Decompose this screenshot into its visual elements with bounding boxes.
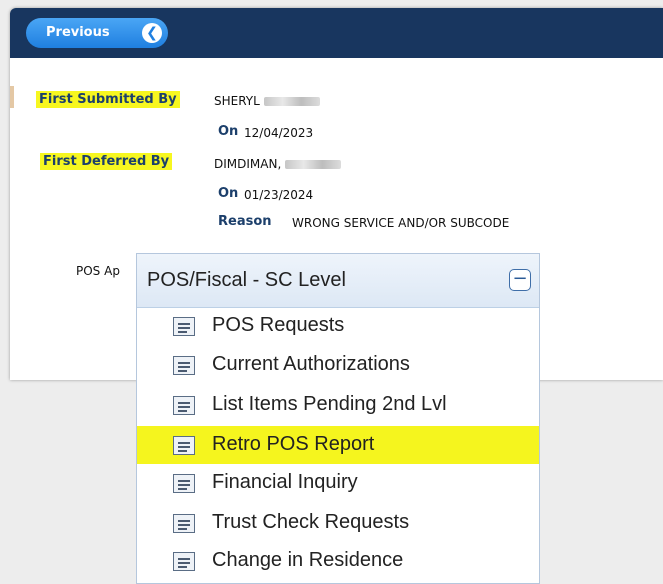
first-submitted-by-label: First Submitted By bbox=[36, 91, 180, 108]
menu-item-pos-requests[interactable]: POS Requests bbox=[137, 307, 539, 345]
menu-item-label: Current Authorizations bbox=[212, 353, 410, 375]
menu-item-label: List Items Pending 2nd Lvl bbox=[212, 393, 447, 415]
menu-item-label: Change in Residence bbox=[212, 549, 404, 571]
first-deferred-by-value: DIMDIMAN, bbox=[214, 157, 342, 171]
menu-item-label: Trust Check Requests bbox=[212, 511, 410, 533]
submitted-on-value: 12/04/2023 bbox=[244, 126, 314, 140]
pos-approval-label: POS Ap bbox=[76, 264, 120, 278]
list-icon bbox=[173, 317, 195, 336]
menu-item-retro-pos-report[interactable]: Retro POS Report bbox=[137, 426, 539, 464]
previous-button[interactable]: Previous ❮ bbox=[26, 18, 168, 48]
list-icon bbox=[173, 474, 195, 493]
deferred-on-value: 01/23/2024 bbox=[244, 188, 314, 202]
left-edge-marker bbox=[10, 86, 14, 108]
menu-item-label: POS Requests bbox=[212, 314, 345, 336]
menu-item-label: Retro POS Report bbox=[212, 433, 375, 455]
list-icon bbox=[173, 356, 195, 375]
list-icon bbox=[173, 552, 195, 571]
first-submitted-by-value: SHERYL bbox=[214, 94, 320, 108]
menu-item-financial-inquiry[interactable]: Financial Inquiry bbox=[137, 464, 539, 502]
first-deferred-by-label: First Deferred By bbox=[40, 153, 173, 170]
list-icon bbox=[173, 396, 195, 415]
deferred-on-label: On bbox=[218, 186, 239, 201]
pos-fiscal-menu: POS/Fiscal - SC Level − POS Requests Cur… bbox=[136, 253, 540, 584]
reason-label: Reason bbox=[218, 214, 272, 229]
menu-item-trust-check-requests[interactable]: Trust Check Requests bbox=[137, 504, 539, 542]
menu-title: POS/Fiscal - SC Level bbox=[147, 269, 346, 291]
redacted-name bbox=[263, 97, 320, 106]
menu-item-label: Financial Inquiry bbox=[212, 471, 358, 493]
redacted-name bbox=[285, 160, 342, 169]
reason-value: WRONG SERVICE AND/OR SUBCODE bbox=[292, 216, 510, 230]
chevron-left-icon: ❮ bbox=[142, 23, 162, 43]
menu-item-current-authorizations[interactable]: Current Authorizations bbox=[137, 346, 539, 384]
menu-header[interactable]: POS/Fiscal - SC Level − bbox=[137, 254, 539, 308]
menu-item-change-in-residence[interactable]: Change in Residence bbox=[137, 542, 539, 580]
submitted-on-label: On bbox=[218, 124, 239, 139]
previous-button-label: Previous bbox=[46, 25, 110, 40]
menu-item-list-items-pending[interactable]: List Items Pending 2nd Lvl bbox=[137, 386, 539, 424]
collapse-icon[interactable]: − bbox=[509, 269, 531, 291]
list-icon bbox=[173, 436, 195, 455]
list-icon bbox=[173, 514, 195, 533]
top-bar: Previous ❮ bbox=[10, 8, 663, 58]
